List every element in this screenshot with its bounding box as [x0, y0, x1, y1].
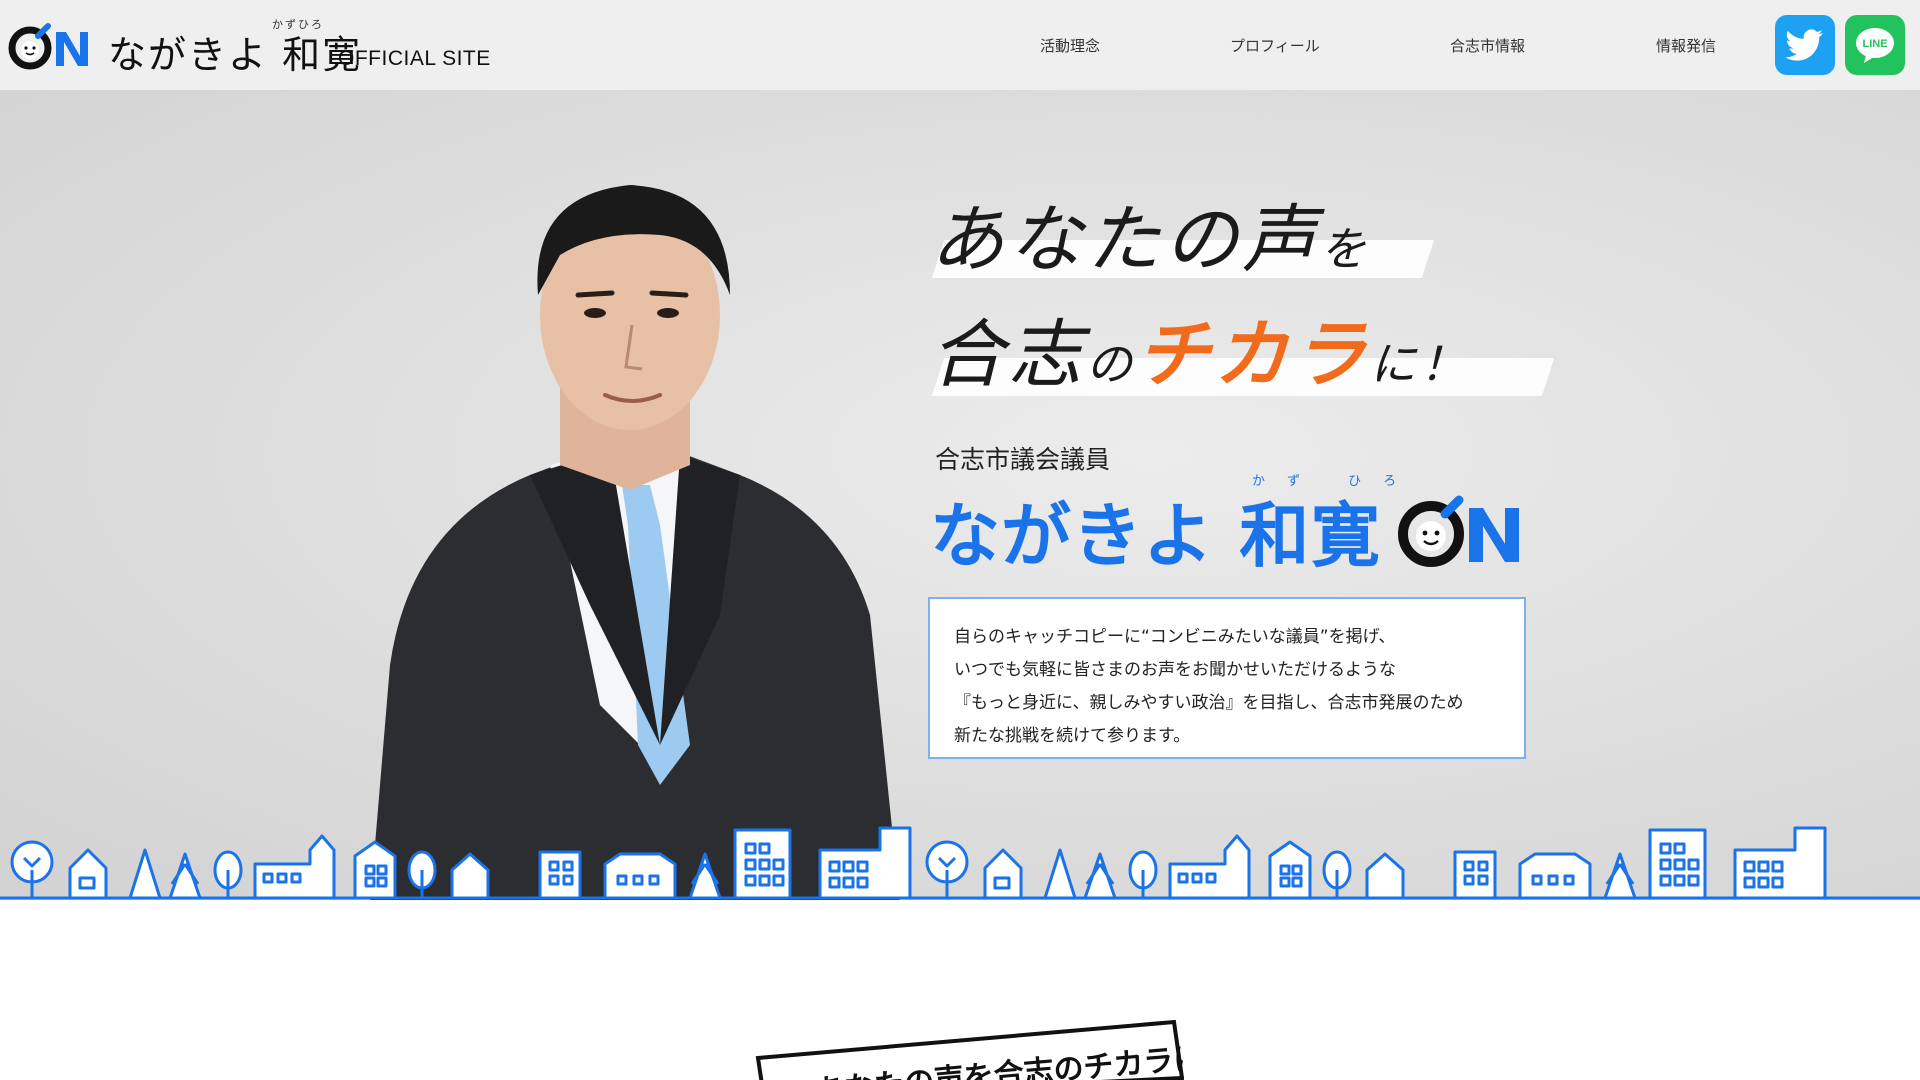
intro-line: 自らのキャッチコピーに“コンビニみたいな議員”を掲げ、 — [954, 627, 1396, 647]
twitter-button[interactable] — [1775, 15, 1835, 75]
nav-philosophy[interactable]: 活動理念 — [1040, 35, 1100, 56]
hero-section: あなたの声を 合志のチカラに！ 合志市議会議員 かず ひろ ながきよ 和寛 自ら… — [0, 90, 1920, 900]
site-suffix[interactable]: OFFICIAL SITE — [338, 47, 491, 71]
catchphrase-line-1: あなたの声を — [930, 197, 1370, 283]
candidate-photo — [370, 185, 900, 900]
site-name[interactable]: ながきよ 和寛 — [108, 24, 362, 79]
town-skyline-illustration — [0, 826, 1920, 900]
intro-line: 『もっと身近に、親しみやすい政治』を目指し、合志市発展のため — [954, 693, 1464, 713]
intro-line: いつでも気軽に皆さまのお声をお聞かせいただけるような — [954, 660, 1396, 680]
site-logo[interactable] — [8, 22, 96, 72]
site-header: かずひろ ながきよ 和寛 OFFICIAL SITE 活動理念 プロフィール 合… — [0, 0, 1920, 90]
catchphrase-line-2: 合志のチカラに！ — [930, 312, 1470, 398]
line-button[interactable]: LINE — [1845, 15, 1905, 75]
intro-line: 新たな挑戦を続けて参ります。 — [954, 726, 1191, 746]
twitter-bird-icon — [1786, 29, 1823, 61]
candidate-role: 合志市議会議員 — [935, 445, 1111, 474]
nav-news[interactable]: 情報発信 — [1656, 35, 1716, 56]
line-label: LINE — [1862, 38, 1887, 50]
line-chat-icon: LINE — [1856, 28, 1894, 63]
catchphrase-highlight: チカラ — [1136, 312, 1370, 398]
candidate-name: ながきよ 和寛 — [930, 495, 1382, 577]
catchphrase-banner: あなたの声を合志のチカラに！ — [755, 1019, 1184, 1080]
nav-profile[interactable]: プロフィール — [1230, 35, 1320, 56]
on-mark-icon — [1398, 495, 1519, 567]
nav-city-info[interactable]: 合志市情報 — [1450, 35, 1525, 56]
intro-text-box: 自らのキャッチコピーに“コンビニみたいな議員”を掲げ、 いつでも気軽に皆さまのお… — [928, 597, 1526, 759]
on-logo-icon — [8, 23, 88, 70]
